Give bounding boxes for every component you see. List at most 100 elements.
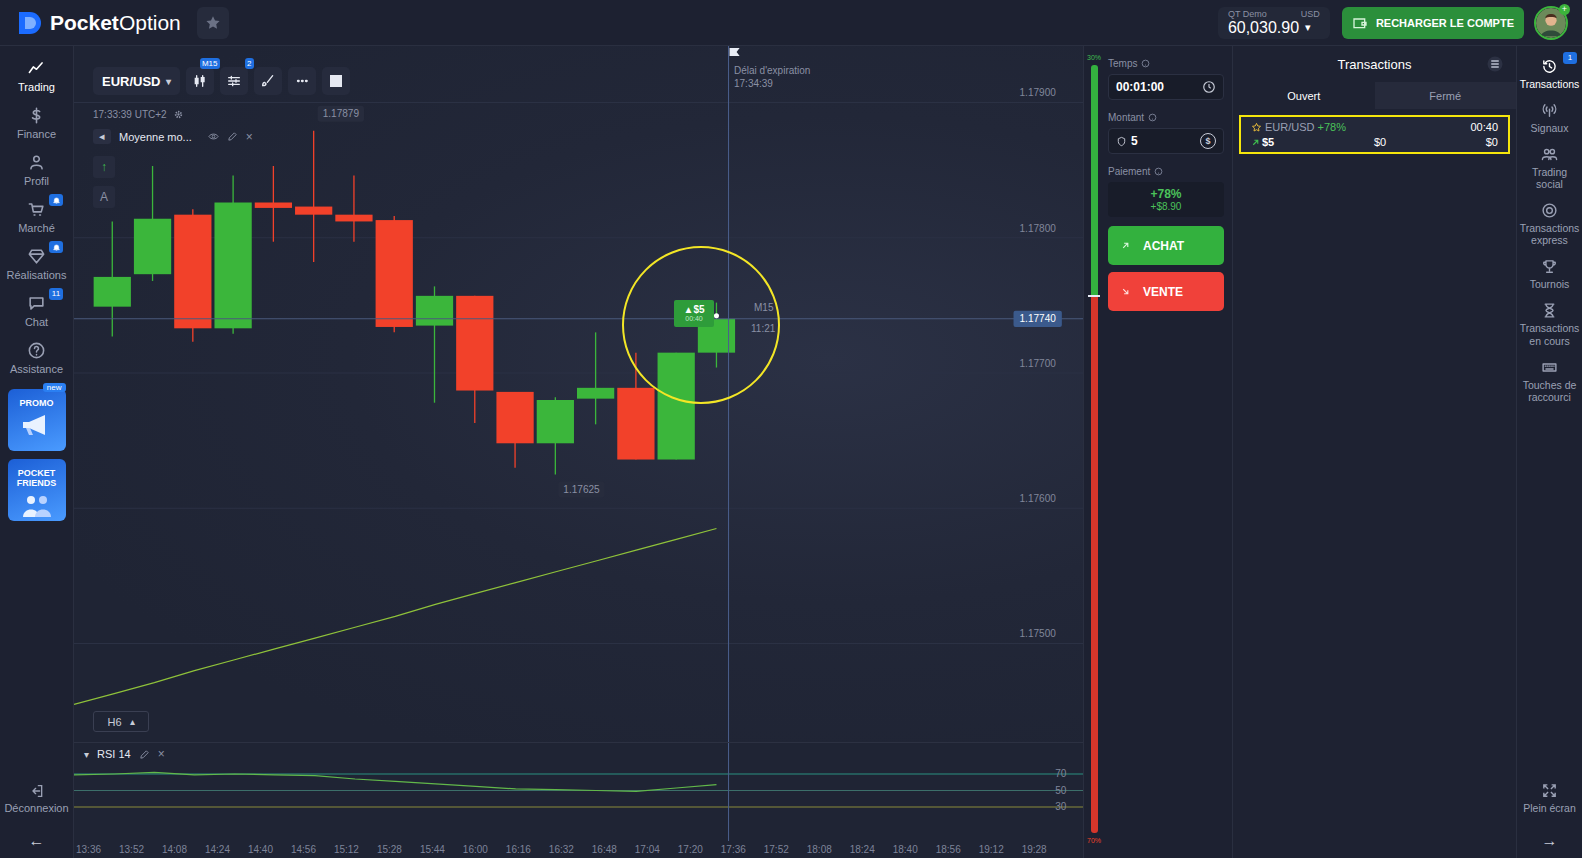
sidebar-item[interactable]: Assistance — [0, 334, 73, 381]
timeframe-button[interactable]: H6▴ — [93, 711, 149, 732]
candle-body — [617, 388, 654, 460]
logout-button[interactable]: Déconnexion — [0, 776, 73, 820]
sentiment-up-fill — [1091, 65, 1098, 295]
indicator-close-button[interactable]: × — [246, 130, 253, 144]
indicator-collapse-button[interactable]: ◂ — [93, 129, 111, 144]
chart-toolbar: EUR/USD▾M152 — [93, 67, 350, 95]
bell-icon — [52, 243, 61, 252]
right-sidebar-item[interactable]: Transactions en cours — [1517, 296, 1582, 352]
info-icon — [1148, 113, 1157, 122]
sidebar-item[interactable]: Profil — [0, 146, 73, 193]
pencil-icon[interactable] — [139, 749, 150, 760]
currency-button[interactable]: $ — [1200, 133, 1216, 149]
toolbar-icon — [294, 73, 310, 89]
time-tick: 15:12 — [334, 844, 359, 855]
drawing-tool[interactable]: ↑ — [93, 156, 115, 178]
timeframe-caret: ▴ — [130, 716, 135, 727]
candle-body — [537, 400, 574, 443]
eye-icon[interactable] — [208, 131, 219, 142]
transaction-result: $0 — [1486, 136, 1498, 148]
left-sidebar: TradingFinanceProfilMarchéRéalisations11… — [0, 46, 74, 858]
tab[interactable]: Ouvert — [1233, 82, 1375, 109]
favorite-button[interactable] — [197, 7, 229, 39]
tab[interactable]: Fermé — [1375, 82, 1517, 109]
sell-button[interactable]: VENTE — [1108, 272, 1224, 311]
promo-card[interactable]: POCKET FRIENDS — [8, 459, 66, 521]
candle — [416, 286, 453, 402]
toolbar-button[interactable] — [288, 67, 316, 95]
toolbar-button[interactable] — [254, 67, 282, 95]
app: PocketOption QT DemoUSD60,030.90▾ RECHARGE… — [0, 0, 1582, 858]
time-tick: 16:00 — [463, 844, 488, 855]
amount-field[interactable]: 5$ — [1108, 128, 1224, 154]
rsi-caret[interactable]: ▾ — [84, 749, 89, 760]
right-sidebar-label: Tournois — [1530, 278, 1570, 290]
right-sidebar-item[interactable]: Tournois — [1517, 252, 1582, 296]
toolbar-button[interactable]: 2 — [220, 67, 248, 95]
candle — [456, 296, 493, 423]
amount-label-text: Montant — [1108, 112, 1144, 123]
price-chart[interactable]: 1.178791.176251.179001.178001.177001.176… — [74, 46, 1083, 742]
expand-button[interactable]: → — [1542, 832, 1558, 850]
right-sidebar-icon — [1541, 302, 1558, 319]
pencil-icon[interactable] — [227, 131, 238, 142]
right-icon-wrap — [1541, 359, 1558, 376]
right-sidebar-item[interactable]: Touches de raccourci — [1517, 353, 1582, 409]
amount-value: 5 — [1131, 134, 1138, 148]
sidebar-item[interactable]: Trading — [0, 52, 73, 99]
top-bar: PocketOption QT DemoUSD60,030.90▾ RECHARGE… — [0, 0, 1582, 46]
sidebar-item[interactable]: Finance — [0, 99, 73, 146]
sidebar-item-icon — [27, 106, 46, 125]
payout-label: Paiement — [1108, 166, 1224, 177]
right-sidebar-item[interactable]: Transactions express — [1517, 196, 1582, 252]
sidebar-label: Profil — [24, 175, 49, 187]
logo[interactable]: PocketOption — [16, 9, 181, 37]
trade-marker[interactable]: ▲$500:40 — [674, 300, 714, 327]
right-sidebar-item[interactable]: Trading social — [1517, 140, 1582, 196]
favorite-star-icon[interactable] — [1251, 122, 1262, 133]
time-field[interactable]: 00:01:00 — [1108, 74, 1224, 100]
sidebar-item-icon — [27, 341, 46, 360]
right-sidebar-label: Signaux — [1531, 122, 1569, 134]
toolbar-button[interactable]: M15 — [186, 67, 214, 95]
right-sidebar-label: Transactions — [1520, 78, 1580, 90]
transaction-timer: 00:40 — [1470, 121, 1498, 133]
fullscreen-label: Plein écran — [1523, 802, 1576, 814]
star-icon — [204, 14, 222, 32]
drawing-tool[interactable]: A — [93, 186, 115, 208]
sidebar-item[interactable]: Marché — [0, 193, 73, 240]
current-price-label: 1.17740 — [1014, 311, 1062, 327]
right-sidebar-item[interactable]: 1Transactions — [1517, 52, 1582, 96]
transaction-row-bottom: $5$0$0 — [1251, 136, 1498, 148]
recharge-button[interactable]: RECHARGER LE COMPTE — [1342, 7, 1524, 39]
right-sidebar-item[interactable]: Signaux — [1517, 96, 1582, 140]
buy-button[interactable]: ACHAT — [1108, 226, 1224, 265]
sidebar-item[interactable]: 11 Chat — [0, 287, 73, 334]
sidebar-item[interactable]: Réalisations — [0, 240, 73, 287]
megaphone-icon — [17, 413, 57, 437]
sidebar-label: Chat — [25, 316, 48, 328]
fullscreen-button[interactable]: Plein écran — [1517, 776, 1582, 820]
candle — [214, 175, 251, 333]
sidebar-icon-wrap: 11 — [27, 294, 46, 313]
toolbar-button[interactable] — [322, 67, 350, 95]
rsi-close-button[interactable]: × — [158, 747, 165, 761]
right-icon-wrap — [1541, 302, 1558, 319]
candle — [174, 209, 211, 342]
symbol-selector[interactable]: EUR/USD▾ — [93, 67, 180, 95]
time-tick: 17:20 — [678, 844, 703, 855]
expiration-flag-icon — [730, 48, 740, 56]
expiration-label: Délai d'expiration — [734, 65, 810, 76]
avatar[interactable]: + — [1534, 6, 1568, 40]
transaction-card[interactable]: EUR/USD+78%00:40$5$0$0 — [1239, 115, 1510, 154]
account-selector[interactable]: QT DemoUSD60,030.90▾ — [1218, 7, 1330, 39]
promo-card[interactable]: PROMOnew — [8, 389, 66, 451]
payout-profit: +$8.90 — [1151, 201, 1182, 212]
rsi-level-label: 30 — [1055, 802, 1067, 813]
payout-label-text: Paiement — [1108, 166, 1150, 177]
low-label: 1.17625 — [558, 481, 604, 497]
right-icon-wrap — [1541, 202, 1558, 219]
gear-icon[interactable] — [173, 109, 184, 120]
list-icon[interactable] — [1486, 55, 1504, 73]
collapse-button[interactable]: ← — [29, 832, 45, 850]
